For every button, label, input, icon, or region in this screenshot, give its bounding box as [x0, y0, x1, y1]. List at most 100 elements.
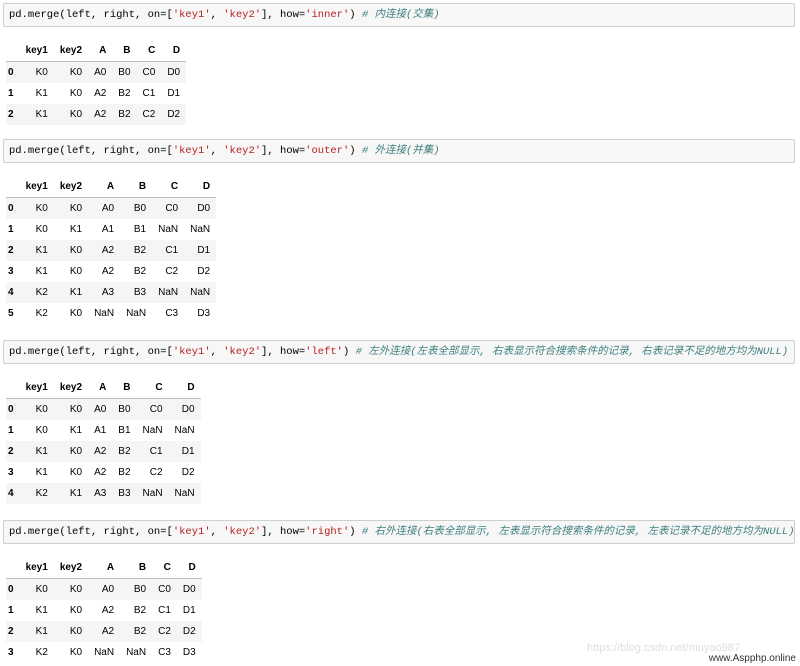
row-index: 1 — [8, 605, 14, 616]
column-header: C — [152, 557, 177, 579]
column-header: key2 — [53, 40, 89, 62]
table-row: 3 K1 K0 A2 B2 C2 D2 — [6, 462, 201, 483]
table-cell: K0 — [69, 626, 83, 637]
table-cell: A0 — [94, 67, 107, 78]
table-cell: B1 — [133, 224, 147, 235]
table-cell: C3 — [165, 308, 179, 319]
table-cell: K0 — [69, 245, 83, 256]
table-cell: D1 — [182, 605, 196, 616]
column-header: key1 — [19, 40, 54, 62]
table-cell: A3 — [94, 488, 107, 499]
table-cell: A1 — [94, 425, 107, 436]
table-cell: A2 — [94, 109, 107, 120]
table-header-row: key1 key2 A B C D — [6, 377, 201, 399]
code-cell-left[interactable]: pd.merge(left, right, on=['key1', 'key2'… — [3, 340, 795, 364]
table-cell: K0 — [35, 203, 48, 214]
table-cell: K0 — [69, 266, 83, 277]
table-cell: C0 — [142, 67, 156, 78]
table-header-row: key1 key2 A B C D — [6, 557, 202, 579]
table-cell: K2 — [35, 647, 48, 658]
table-cell: C2 — [142, 109, 156, 120]
table-cell: D0 — [167, 67, 181, 78]
table-row: 4 K2 K1 A3 B3 NaN NaN — [6, 483, 201, 504]
code-comment: # 右外连接(右表全部显示, 左表显示符合搜索条件的记录, 左表记录不足的地方均… — [355, 526, 795, 538]
table-cell: K1 — [35, 626, 48, 637]
table-cell: K0 — [69, 67, 83, 78]
row-index: 0 — [8, 203, 14, 214]
code-text: , — [210, 145, 224, 157]
table-cell: K2 — [35, 488, 48, 499]
table-cell: K0 — [69, 446, 83, 457]
code-cell-right[interactable]: pd.merge(left, right, on=['key1', 'key2'… — [3, 520, 795, 544]
table-cell: A1 — [101, 224, 115, 235]
table-cell: B2 — [133, 626, 147, 637]
code-cell-outer[interactable]: pd.merge(left, right, on=['key1', 'key2'… — [3, 139, 795, 163]
table-cell: A2 — [94, 446, 107, 457]
watermark-site: www.Aspphp.online — [708, 653, 796, 664]
table-cell: K0 — [69, 605, 83, 616]
column-header: A — [88, 377, 113, 399]
column-header: D — [176, 557, 202, 579]
table-cell: D0 — [181, 404, 195, 415]
dataframe-output: key1 key2 A B C D 0 K0 K0 A0 B0 C0 D0 1 K0 K1 A1 B1 NaN NaN… — [6, 377, 201, 504]
table-cell: A3 — [101, 287, 115, 298]
column-header: D — [161, 40, 187, 62]
table-cell: A2 — [101, 266, 115, 277]
table-cell: A0 — [94, 404, 107, 415]
code-string: 'outer' — [305, 145, 350, 157]
table-cell: K1 — [35, 605, 48, 616]
table-cell: D2 — [167, 109, 181, 120]
code-string: 'key2' — [223, 145, 262, 157]
table-cell: A2 — [94, 88, 107, 99]
dataframe-output: key1 key2 A B C D 0 K0 K0 A0 B0 C0 D0 1 K0 K1 A1 B1 NaN NaN… — [6, 176, 217, 324]
row-index: 2 — [8, 626, 14, 637]
table-cell: B0 — [118, 67, 131, 78]
table-cell: K1 — [69, 287, 83, 298]
code-string: 'key1' — [172, 526, 211, 538]
column-header: key1 — [19, 176, 54, 198]
column-header: D — [168, 377, 201, 399]
table-cell: C3 — [158, 647, 171, 658]
code-string: 'key2' — [223, 9, 262, 21]
table-row: 5 K2 K0 NaN NaN C3 D3 — [6, 303, 216, 324]
table-header-row: key1 key2 A B C D — [6, 176, 217, 198]
table-cell: K1 — [35, 266, 48, 277]
column-header: B — [112, 377, 137, 399]
table-cell: A0 — [101, 203, 115, 214]
table-cell: A2 — [94, 467, 107, 478]
code-comment: # 左外连接(左表全部显示, 右表显示符合搜索条件的记录, 右表记录不足的地方均… — [349, 346, 789, 358]
table-cell: B3 — [118, 488, 131, 499]
code-cell-inner[interactable]: pd.merge(left, right, on=['key1', 'key2'… — [3, 3, 795, 27]
table-cell: D0 — [182, 584, 196, 595]
table-row: 0 K0 K0 A0 B0 C0 D0 — [6, 398, 201, 420]
column-header — [6, 40, 20, 62]
table-cell: B0 — [133, 203, 147, 214]
table-cell: NaN — [158, 224, 179, 235]
table-row: 1 K1 K0 A2 B2 C1 D1 — [6, 600, 202, 621]
table-cell: NaN — [174, 488, 195, 499]
table-cell: D3 — [182, 647, 196, 658]
table-row: 0 K0 K0 A0 B0 C0 D0 — [6, 61, 187, 83]
table-row: 2 K1 K0 A2 B2 C1 D1 — [6, 441, 201, 462]
table-cell: NaN — [142, 425, 163, 436]
table-cell: K0 — [69, 467, 83, 478]
table-cell: K0 — [69, 88, 83, 99]
table-cell: NaN — [190, 224, 211, 235]
dataframe-output: key1 key2 A B C D 0 K0 K0 A0 B0 C0 D0 1 K1 K0 A2 B2 C1 D1 2 K… — [6, 40, 187, 125]
table-cell: A2 — [101, 605, 115, 616]
column-header: key2 — [53, 377, 89, 399]
code-string: 'left' — [305, 346, 343, 358]
code-string: 'right' — [305, 526, 350, 538]
column-header: B — [120, 557, 153, 579]
code-string: 'key1' — [172, 145, 211, 157]
table-cell: NaN — [142, 488, 163, 499]
table-cell: D1 — [167, 88, 181, 99]
column-header: D — [184, 176, 217, 198]
row-index: 4 — [8, 488, 14, 499]
code-string: 'key1' — [172, 9, 211, 21]
code-text: pd.merge(left, right, on=[ — [9, 9, 173, 21]
table-cell: K1 — [69, 488, 83, 499]
code-string: 'inner' — [305, 9, 350, 21]
table-cell: D2 — [182, 626, 196, 637]
code-text: pd.merge(left, right, on=[ — [9, 526, 173, 538]
